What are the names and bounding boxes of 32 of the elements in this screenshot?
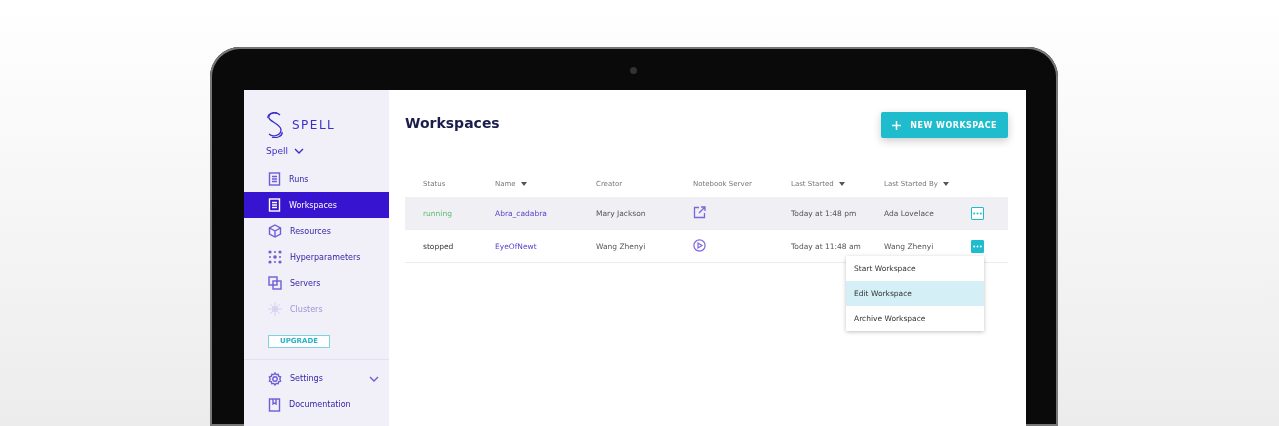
sort-caret-icon [520,182,527,186]
more-button[interactable] [971,206,984,220]
sort-caret-icon [942,182,949,186]
nav-item[interactable]: Resources [244,218,389,244]
external-link-icon[interactable] [693,205,706,219]
ellipsis-icon [973,211,982,215]
page-title: Workspaces [405,115,500,131]
nav-item[interactable]: Runs [244,166,389,192]
ellipsis-icon [973,244,982,248]
plus-icon [892,120,902,130]
dots-grid-icon [268,250,282,264]
settings-icon [268,371,282,386]
nav-item[interactable]: Documentation [244,391,389,418]
cube-icon [268,224,282,238]
org-dropdown[interactable]: Spell [266,146,304,156]
play-circle-icon[interactable] [693,238,706,252]
logo-icon [266,112,284,138]
asterisk-icon [268,302,282,316]
chevron-down-icon [293,148,304,154]
sort-caret-icon [838,182,845,186]
nav-item[interactable]: Servers [244,270,389,296]
nav-item[interactable]: Workspaces [244,192,389,218]
copy-icon [268,276,282,290]
nav-item[interactable]: Settings [244,365,389,392]
brand-name: SPELL [292,118,336,132]
book-icon [268,397,281,412]
document-icon [268,172,281,186]
chevron-down-icon [369,375,379,382]
document-icon [268,198,281,212]
nav-item[interactable]: Hyperparameters [244,244,389,270]
more-button[interactable] [971,239,984,253]
camera-dot [630,67,637,74]
